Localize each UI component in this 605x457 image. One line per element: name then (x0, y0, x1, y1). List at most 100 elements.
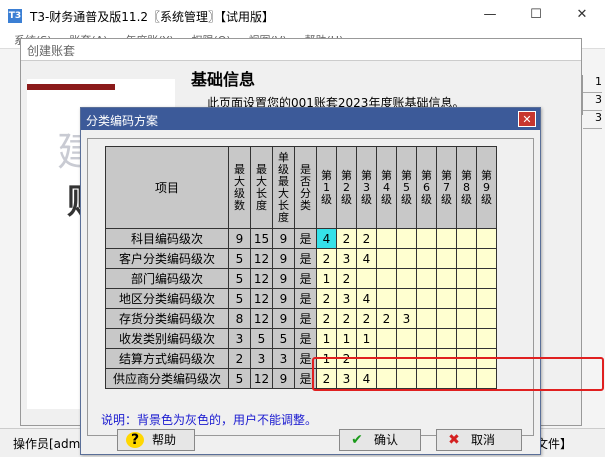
level-cell[interactable]: 4 (356, 368, 377, 389)
level-cell[interactable] (416, 348, 437, 369)
table-row: 供应商分类编码级次 5 12 9 是 2 3 4 (105, 368, 497, 389)
level-cell[interactable] (476, 348, 497, 369)
level-cell[interactable]: 1 (316, 328, 337, 349)
level-cell[interactable]: 2 (316, 248, 337, 269)
header-label: 第3级 (361, 168, 372, 206)
level-cell[interactable]: 4 (356, 248, 377, 269)
level-cell[interactable] (376, 248, 397, 269)
level-cell[interactable]: 2 (356, 228, 377, 249)
level-cell[interactable] (476, 308, 497, 329)
level-cell[interactable]: 3 (336, 368, 357, 389)
level-cell[interactable]: 4 (356, 288, 377, 309)
level-cell[interactable]: 3 (336, 288, 357, 309)
level-cell[interactable]: 2 (336, 268, 357, 289)
level-cell[interactable]: 1 (316, 268, 337, 289)
level-cell[interactable] (416, 328, 437, 349)
level-cell[interactable]: 1 (316, 348, 337, 369)
level-cell[interactable] (436, 248, 457, 269)
level-cell[interactable] (436, 368, 457, 389)
max-levels-cell: 2 (228, 348, 251, 369)
is-category-cell: 是 (294, 308, 317, 329)
level-cell[interactable] (456, 268, 477, 289)
level-cell[interactable]: 2 (316, 368, 337, 389)
header-level: 第7级 (436, 146, 457, 229)
level-cell[interactable] (436, 348, 457, 369)
level-cell[interactable]: 2 (336, 348, 357, 369)
level-cell[interactable]: 2 (336, 308, 357, 329)
level-cell[interactable]: 2 (316, 288, 337, 309)
cancel-button[interactable]: ✖ 取消 (436, 429, 522, 451)
max-length-cell: 12 (250, 248, 273, 269)
help-button[interactable]: ? 帮助 (117, 429, 195, 451)
level-cell[interactable] (396, 248, 417, 269)
level-cell[interactable] (376, 348, 397, 369)
level-cell[interactable] (476, 248, 497, 269)
header-label: 单级最大长度 (278, 150, 289, 224)
level-cell[interactable] (356, 268, 377, 289)
level-cell[interactable] (396, 228, 417, 249)
header-label: 最大级数 (234, 162, 245, 212)
single-max-cell: 9 (272, 308, 295, 329)
level-cell[interactable]: 2 (356, 308, 377, 329)
level-cell[interactable] (476, 328, 497, 349)
max-length-cell: 12 (250, 288, 273, 309)
table-header-row: 项目 最大级数 最大长度 单级最大长度 是否分类 第1级 第2级 第3级 第4级… (105, 146, 497, 229)
level-cell[interactable] (436, 328, 457, 349)
header-label: 第8级 (461, 168, 472, 206)
level-cell[interactable] (396, 348, 417, 369)
level-cell[interactable] (456, 328, 477, 349)
ok-button[interactable]: ✔ 确认 (339, 429, 421, 451)
level-cell[interactable]: 1 (336, 328, 357, 349)
level-cell[interactable] (456, 248, 477, 269)
level-cell[interactable] (436, 288, 457, 309)
minimize-button[interactable]: — (467, 0, 513, 30)
close-icon[interactable]: ✕ (518, 111, 536, 127)
level-cell[interactable]: 2 (316, 308, 337, 329)
header-label: 第2级 (341, 168, 352, 206)
level-cell[interactable] (396, 328, 417, 349)
level-cell[interactable]: 3 (396, 308, 417, 329)
level-cell[interactable] (356, 348, 377, 369)
level-cell[interactable] (456, 288, 477, 309)
single-max-cell: 5 (272, 328, 295, 349)
level-cell[interactable] (476, 228, 497, 249)
level-cell[interactable] (476, 288, 497, 309)
level-cell[interactable] (376, 328, 397, 349)
level-cell[interactable] (396, 288, 417, 309)
level-cell[interactable] (416, 288, 437, 309)
header-level: 第1级 (316, 146, 337, 229)
single-max-cell: 9 (272, 268, 295, 289)
level-cell[interactable] (416, 268, 437, 289)
level-cell[interactable]: 4 (316, 228, 337, 249)
close-button[interactable]: ✕ (559, 0, 605, 30)
level-cell[interactable] (456, 348, 477, 369)
level-cell[interactable]: 2 (376, 308, 397, 329)
level-cell[interactable] (416, 248, 437, 269)
level-cell[interactable] (436, 268, 457, 289)
level-cell[interactable] (456, 308, 477, 329)
level-cell[interactable] (396, 268, 417, 289)
header-level: 第9级 (476, 146, 497, 229)
level-cell[interactable] (376, 288, 397, 309)
grid-cell: 1 (583, 75, 602, 93)
level-cell[interactable] (376, 228, 397, 249)
level-cell[interactable] (416, 308, 437, 329)
level-cell[interactable] (416, 228, 437, 249)
level-cell[interactable] (396, 368, 417, 389)
level-cell[interactable] (416, 368, 437, 389)
level-cell[interactable] (376, 268, 397, 289)
level-cell[interactable] (476, 268, 497, 289)
level-cell[interactable] (476, 368, 497, 389)
level-cell[interactable]: 1 (356, 328, 377, 349)
maximize-button[interactable]: ☐ (513, 0, 559, 30)
table-body: 科目编码级次 9 15 9 是 4 2 2 客户分类编码级次 5 12 9 是 2 3 4 部门编码级次 5 12 9… (105, 228, 497, 389)
level-cell[interactable] (436, 228, 457, 249)
header-label: 最大长度 (256, 162, 267, 212)
level-cell[interactable]: 3 (336, 248, 357, 269)
level-cell[interactable] (376, 368, 397, 389)
level-cell[interactable] (456, 368, 477, 389)
level-cell[interactable] (436, 308, 457, 329)
level-cell[interactable]: 2 (336, 228, 357, 249)
max-levels-cell: 9 (228, 228, 251, 249)
level-cell[interactable] (456, 228, 477, 249)
